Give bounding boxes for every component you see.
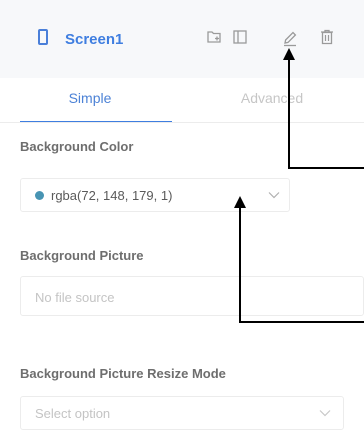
background-picture-placeholder: No file source (35, 290, 115, 305)
tab-simple[interactable]: Simple (0, 78, 180, 122)
color-swatch (35, 191, 44, 200)
panel-header: Screen1 (0, 0, 364, 78)
resize-mode-label: Background Picture Resize Mode (20, 366, 226, 381)
screen-icon (38, 29, 48, 45)
chevron-down-icon (268, 192, 280, 199)
tab-bar: Simple Advanced (0, 78, 364, 123)
resize-mode-placeholder: Select option (35, 406, 111, 421)
layout-icon[interactable] (232, 29, 248, 45)
tab-divider (0, 122, 364, 123)
tab-advanced[interactable]: Advanced (180, 78, 364, 122)
edit-icon[interactable] (282, 29, 298, 47)
delete-icon[interactable] (320, 29, 334, 45)
screen-title: Screen1 (65, 31, 124, 48)
background-picture-input[interactable]: No file source (20, 276, 364, 316)
background-color-picker[interactable]: rgba(72, 148, 179, 1) (20, 178, 290, 212)
add-page-icon[interactable] (206, 29, 222, 45)
chevron-down-icon (319, 410, 331, 417)
resize-mode-select[interactable]: Select option (20, 396, 344, 430)
background-picture-label: Background Picture (20, 248, 144, 263)
background-color-value: rgba(72, 148, 179, 1) (51, 188, 173, 203)
background-color-label: Background Color (20, 139, 134, 154)
